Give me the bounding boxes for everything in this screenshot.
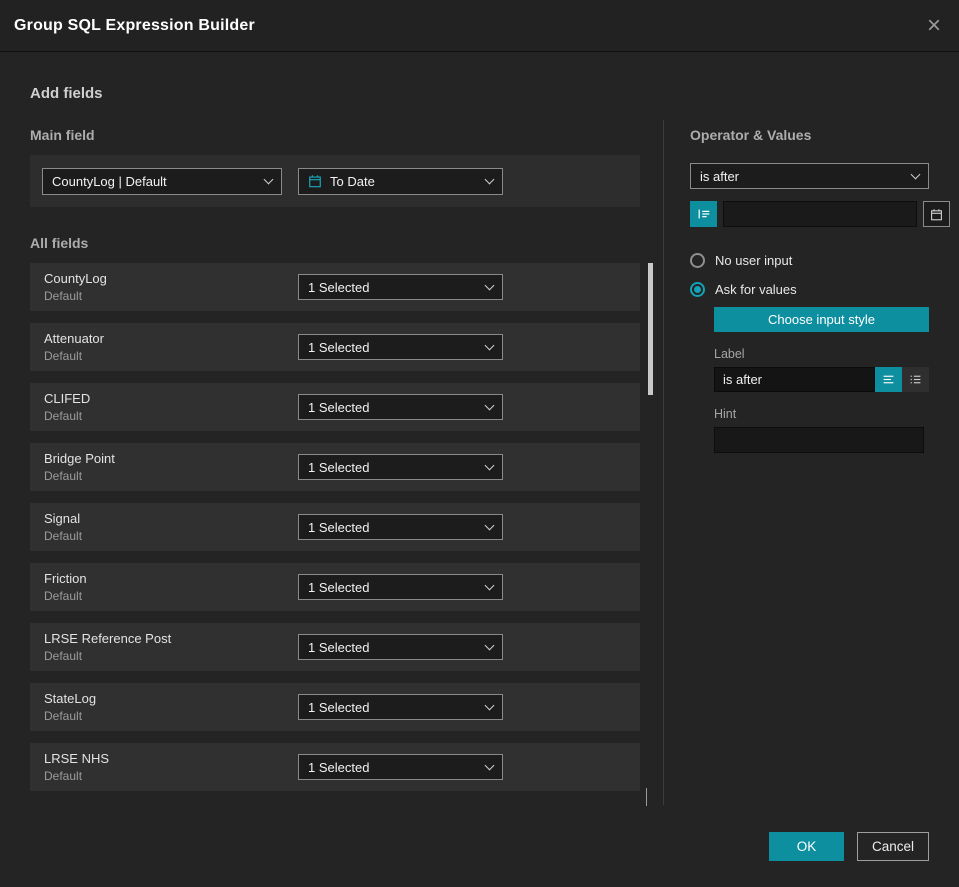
operator-select-value: is after: [700, 168, 740, 184]
field-selection-dropdown[interactable]: 1 Selected: [298, 334, 503, 360]
operator-values-panel: Operator & Values is after No user input…: [690, 127, 950, 453]
field-selection-value: 1 Selected: [308, 759, 370, 775]
field-selection-value: 1 Selected: [308, 579, 370, 595]
chevron-down-icon: [484, 760, 495, 771]
label-input[interactable]: [714, 367, 875, 392]
dialog-title: Group SQL Expression Builder: [14, 16, 255, 34]
field-selection-dropdown[interactable]: 1 Selected: [298, 274, 503, 300]
close-icon[interactable]: ×: [927, 13, 941, 38]
chevron-down-icon: [484, 340, 495, 351]
field-name: CLIFED: [44, 391, 91, 406]
label-caption: Label: [714, 347, 745, 361]
all-fields-list: CountyLog Default 1 Selected Attenuator …: [30, 263, 640, 803]
label-input-row: [714, 367, 929, 392]
field-row: Signal Default 1 Selected: [30, 503, 640, 551]
no-user-input-option: No user input: [690, 253, 929, 268]
field-name: StateLog: [44, 691, 97, 706]
field-meta: Default: [44, 409, 83, 423]
radio-selected-icon[interactable]: [690, 282, 705, 297]
chevron-down-icon: [910, 169, 921, 180]
field-meta: Default: [44, 529, 83, 543]
chevron-down-icon: [484, 640, 495, 651]
main-field-panel: CountyLog | Default To Date: [30, 155, 640, 207]
chevron-down-icon: [484, 580, 495, 591]
main-field-select[interactable]: CountyLog | Default: [42, 167, 282, 195]
vertical-divider: [663, 120, 664, 805]
chevron-down-icon: [484, 520, 495, 531]
field-name: LRSE NHS: [44, 751, 110, 766]
value-row: [690, 201, 950, 227]
single-line-style-button[interactable]: [875, 367, 902, 392]
field-name: Bridge Point: [44, 451, 115, 466]
field-selection-dropdown[interactable]: 1 Selected: [298, 634, 503, 660]
field-row: LRSE Reference Post Default 1 Selected: [30, 623, 640, 671]
group-sql-expression-builder-dialog: Group SQL Expression Builder × Add field…: [0, 0, 959, 887]
chevron-down-icon: [484, 700, 495, 711]
calendar-icon: [308, 174, 322, 188]
field-selection-dropdown[interactable]: 1 Selected: [298, 754, 503, 780]
field-name: Attenuator: [44, 331, 104, 346]
all-fields-label: All fields: [30, 235, 89, 251]
field-selection-dropdown[interactable]: 1 Selected: [298, 454, 503, 480]
cancel-button[interactable]: Cancel: [857, 832, 929, 861]
field-row: LRSE NHS Default 1 Selected: [30, 743, 640, 791]
field-selection-value: 1 Selected: [308, 399, 370, 415]
ask-for-values-option: Ask for values: [690, 282, 929, 297]
field-row: CountyLog Default 1 Selected: [30, 263, 640, 311]
field-row: CLIFED Default 1 Selected: [30, 383, 640, 431]
radio-unselected-icon[interactable]: [690, 253, 705, 268]
chevron-down-icon: [484, 174, 495, 185]
field-selection-value: 1 Selected: [308, 699, 370, 715]
field-meta: Default: [44, 649, 83, 663]
field-meta: Default: [44, 769, 83, 783]
dialog-header: Group SQL Expression Builder ×: [0, 0, 959, 52]
chevron-down-icon: [484, 280, 495, 291]
field-value-toggle-button[interactable]: [690, 201, 717, 227]
field-meta: Default: [44, 709, 83, 723]
main-field-select-value: CountyLog | Default: [52, 173, 167, 189]
field-selection-dropdown[interactable]: 1 Selected: [298, 574, 503, 600]
field-selection-dropdown[interactable]: 1 Selected: [298, 694, 503, 720]
field-meta: Default: [44, 469, 83, 483]
field-name: LRSE Reference Post: [44, 631, 172, 646]
no-user-input-label: No user input: [715, 253, 793, 268]
chevron-down-icon: [484, 400, 495, 411]
date-field-select-value: To Date: [330, 173, 375, 189]
field-selection-dropdown[interactable]: 1 Selected: [298, 394, 503, 420]
scroll-down-icon[interactable]: [644, 788, 656, 806]
field-name: CountyLog: [44, 271, 107, 286]
field-row: Attenuator Default 1 Selected: [30, 323, 640, 371]
chevron-down-icon: [484, 460, 495, 471]
add-fields-heading: Add fields: [30, 85, 103, 102]
chevron-down-icon: [263, 174, 274, 185]
field-meta: Default: [44, 349, 83, 363]
choose-input-style-button[interactable]: Choose input style: [714, 307, 929, 332]
field-selection-value: 1 Selected: [308, 279, 370, 295]
scrollbar-thumb[interactable]: [648, 263, 653, 395]
field-selection-value: 1 Selected: [308, 339, 370, 355]
field-name: Signal: [44, 511, 81, 526]
value-input[interactable]: [723, 201, 917, 227]
field-selection-value: 1 Selected: [308, 639, 370, 655]
field-selection-value: 1 Selected: [308, 519, 370, 535]
field-meta: Default: [44, 289, 83, 303]
field-name: Friction: [44, 571, 87, 586]
field-selection-dropdown[interactable]: 1 Selected: [298, 514, 503, 540]
calendar-picker-button[interactable]: [923, 201, 950, 227]
field-row: Friction Default 1 Selected: [30, 563, 640, 611]
ask-for-values-label: Ask for values: [715, 282, 797, 297]
field-selection-value: 1 Selected: [308, 459, 370, 475]
operator-values-heading: Operator & Values: [690, 127, 812, 143]
operator-select[interactable]: is after: [690, 163, 929, 189]
main-field-label: Main field: [30, 127, 95, 143]
hint-input[interactable]: [714, 427, 924, 453]
field-row: StateLog Default 1 Selected: [30, 683, 640, 731]
list-style-button[interactable]: [902, 367, 929, 392]
field-meta: Default: [44, 589, 83, 603]
field-row: Bridge Point Default 1 Selected: [30, 443, 640, 491]
ok-button[interactable]: OK: [769, 832, 844, 861]
hint-caption: Hint: [714, 407, 737, 421]
date-field-select[interactable]: To Date: [298, 167, 503, 195]
dialog-footer: OK Cancel: [769, 832, 929, 861]
